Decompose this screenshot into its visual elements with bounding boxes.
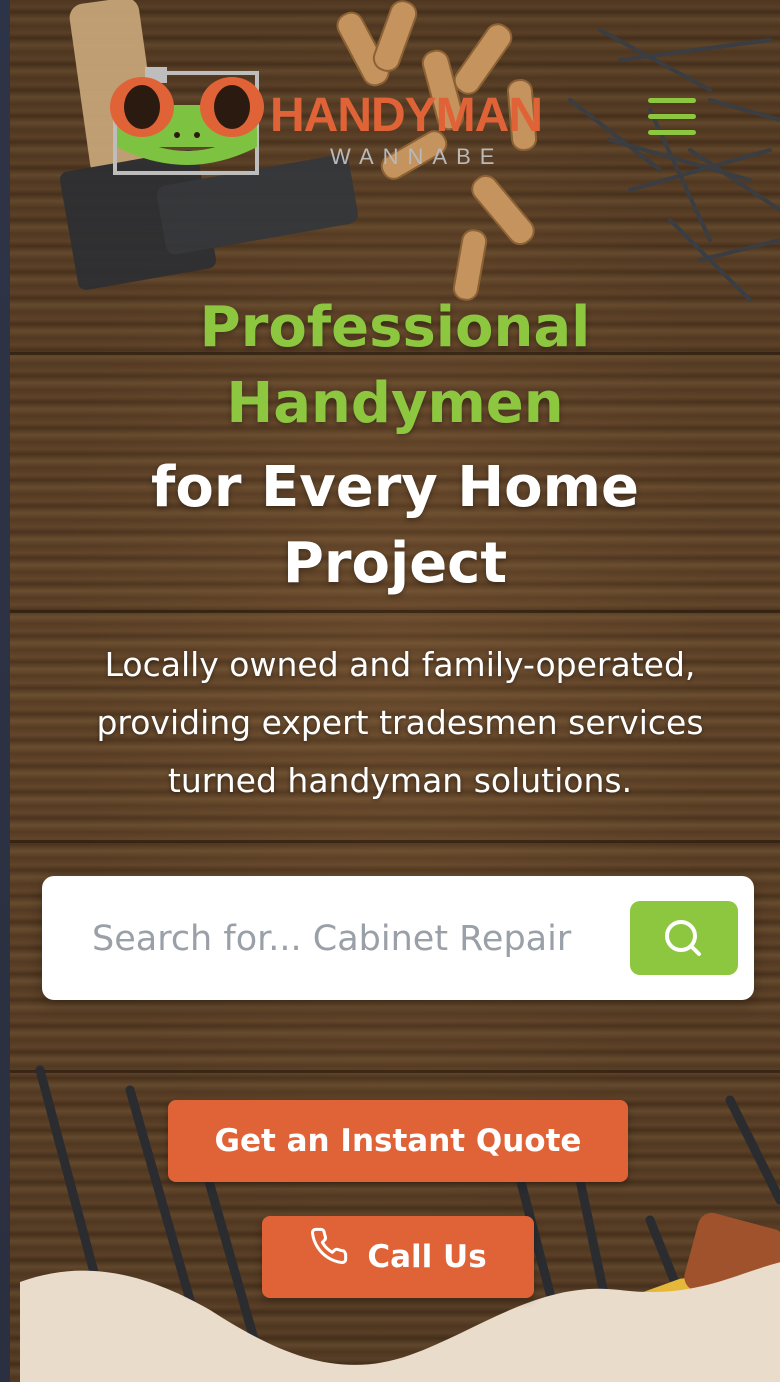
hero-headline: Professional Handymen for Every Home Pro… — [10, 290, 780, 602]
instant-quote-label: Get an Instant Quote — [214, 1123, 582, 1159]
hero-description: Locally owned and family-operated, provi… — [96, 645, 704, 800]
service-search-bar — [42, 876, 754, 1000]
frog-house-logo-icon — [110, 67, 264, 175]
search-button[interactable] — [630, 901, 738, 975]
call-us-label: Call Us — [367, 1239, 487, 1275]
nails-icon — [568, 28, 780, 302]
call-us-button[interactable]: Call Us — [262, 1216, 534, 1298]
headline-rest: for Every Home Project — [151, 455, 639, 596]
window-edge — [0, 0, 10, 1382]
hamburger-menu-icon-bar — [648, 114, 696, 119]
hamburger-menu-button[interactable] — [640, 92, 704, 142]
hamburger-menu-icon — [648, 98, 696, 103]
brand-tagline: WANNABE — [330, 144, 504, 169]
instant-quote-button[interactable]: Get an Instant Quote — [168, 1100, 628, 1182]
headline-highlight: Professional Handymen — [199, 295, 591, 436]
search-icon — [665, 920, 701, 956]
hamburger-menu-icon-bar — [648, 130, 696, 135]
brand-name: HANDYMAN — [270, 89, 543, 142]
search-input[interactable] — [90, 906, 654, 972]
phone-icon — [309, 1215, 349, 1297]
mobile-page: HANDYMAN WANNABE Professional Handymen f… — [0, 0, 780, 1382]
